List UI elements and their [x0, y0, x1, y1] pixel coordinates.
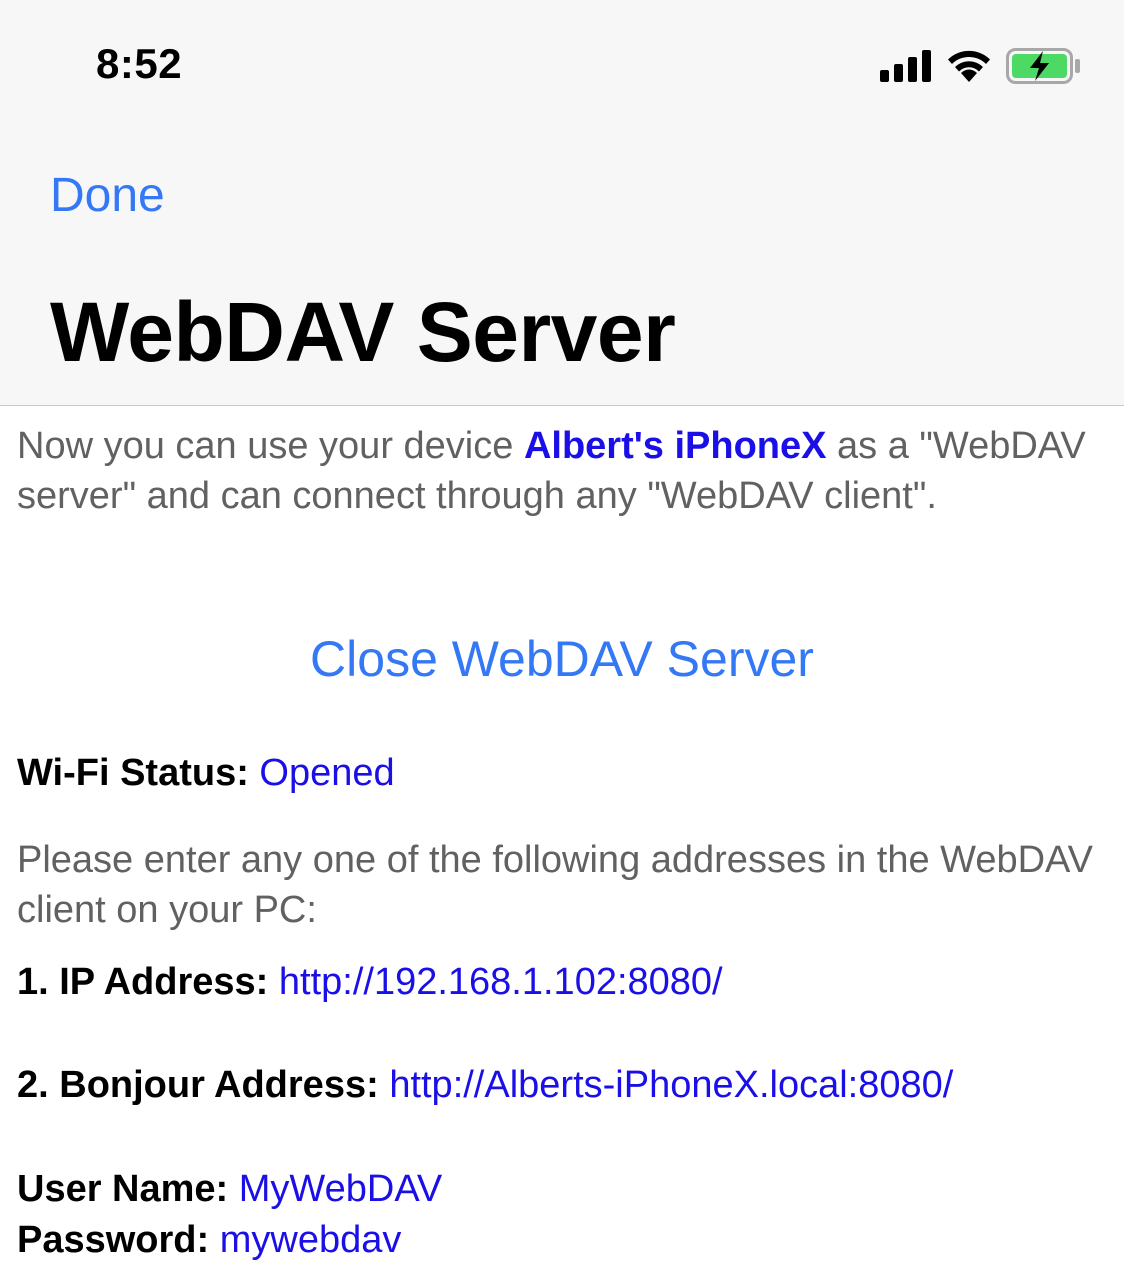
user-name-row: User Name: MyWebDAV [17, 1168, 442, 1211]
password-label: Password: [17, 1219, 210, 1261]
ip-address-row: 1. IP Address: http://192.168.1.102:8080… [17, 961, 723, 1004]
signal-icon [880, 50, 932, 87]
status-time: 8:52 [96, 40, 183, 87]
ip-address-label: 1. IP Address: [17, 961, 269, 1003]
intro-text-before: Now you can use your device [17, 425, 524, 467]
wifi-status-label: Wi-Fi Status: [17, 752, 249, 794]
close-server-button[interactable]: Close WebDAV Server [0, 630, 1124, 688]
wifi-icon [946, 46, 992, 87]
user-name-label: User Name: [17, 1168, 229, 1210]
instructions-text: Please enter any one of the following ad… [17, 839, 1093, 931]
ip-address-link[interactable]: http://192.168.1.102:8080/ [279, 961, 723, 1003]
wifi-status-row: Wi-Fi Status: Opened [17, 752, 395, 795]
user-name-value: MyWebDAV [238, 1168, 443, 1210]
device-name: Albert's iPhoneX [523, 425, 827, 467]
status-bar: 8:52 [0, 0, 1124, 130]
battery-charging-icon [1006, 48, 1082, 89]
page-title: WebDAV Server [50, 285, 676, 379]
password-value: mywebdav [219, 1219, 402, 1261]
intro-text: Now you can use your device Albert's iPh… [17, 421, 1107, 521]
navigation-header: 8:52 Done WebDAV Server [0, 0, 1124, 406]
bonjour-address-link[interactable]: http://Alberts-iPhoneX.local:8080/ [389, 1064, 953, 1106]
password-row: Password: mywebdav [17, 1219, 401, 1262]
bonjour-address-row: 2. Bonjour Address: http://Alberts-iPhon… [17, 1064, 953, 1107]
wifi-status-value: Opened [259, 752, 395, 794]
bonjour-address-label: 2. Bonjour Address: [17, 1064, 379, 1106]
done-button[interactable]: Done [50, 168, 165, 223]
